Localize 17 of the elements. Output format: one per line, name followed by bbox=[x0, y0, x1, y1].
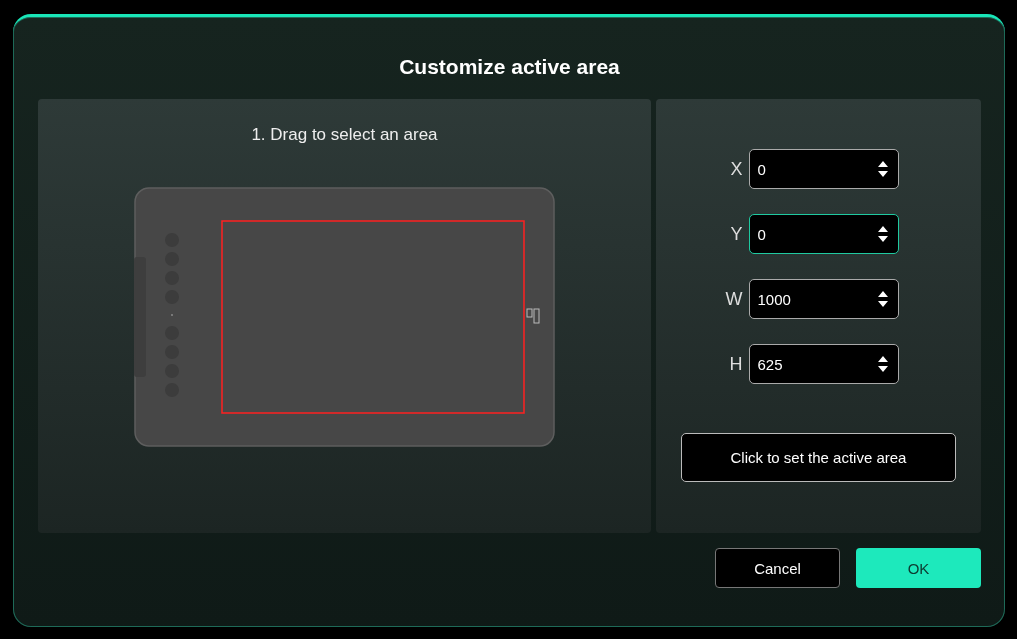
field-label: X bbox=[729, 158, 743, 180]
ok-button[interactable]: OK bbox=[856, 548, 981, 588]
set-area-button[interactable]: Click to set the active area bbox=[681, 433, 956, 482]
number-field[interactable]: 0 bbox=[748, 149, 899, 189]
spinner-arrows-icon[interactable] bbox=[877, 161, 888, 177]
number-field[interactable]: 0 bbox=[748, 214, 899, 254]
number-field[interactable]: 1000 bbox=[748, 279, 899, 319]
field-label: Y bbox=[729, 223, 743, 245]
number-field[interactable]: 625 bbox=[748, 344, 899, 384]
spinner-arrows-icon[interactable] bbox=[877, 356, 888, 372]
spinner-arrows-icon[interactable] bbox=[877, 226, 888, 242]
instruction-text: 1. Drag to select an area bbox=[251, 125, 438, 145]
cancel-button[interactable]: Cancel bbox=[715, 548, 840, 588]
field-label: H bbox=[728, 353, 743, 375]
field-label: W bbox=[724, 288, 743, 310]
dialog-title: Customize active area bbox=[398, 55, 621, 79]
spinner-arrows-icon[interactable] bbox=[877, 291, 888, 307]
